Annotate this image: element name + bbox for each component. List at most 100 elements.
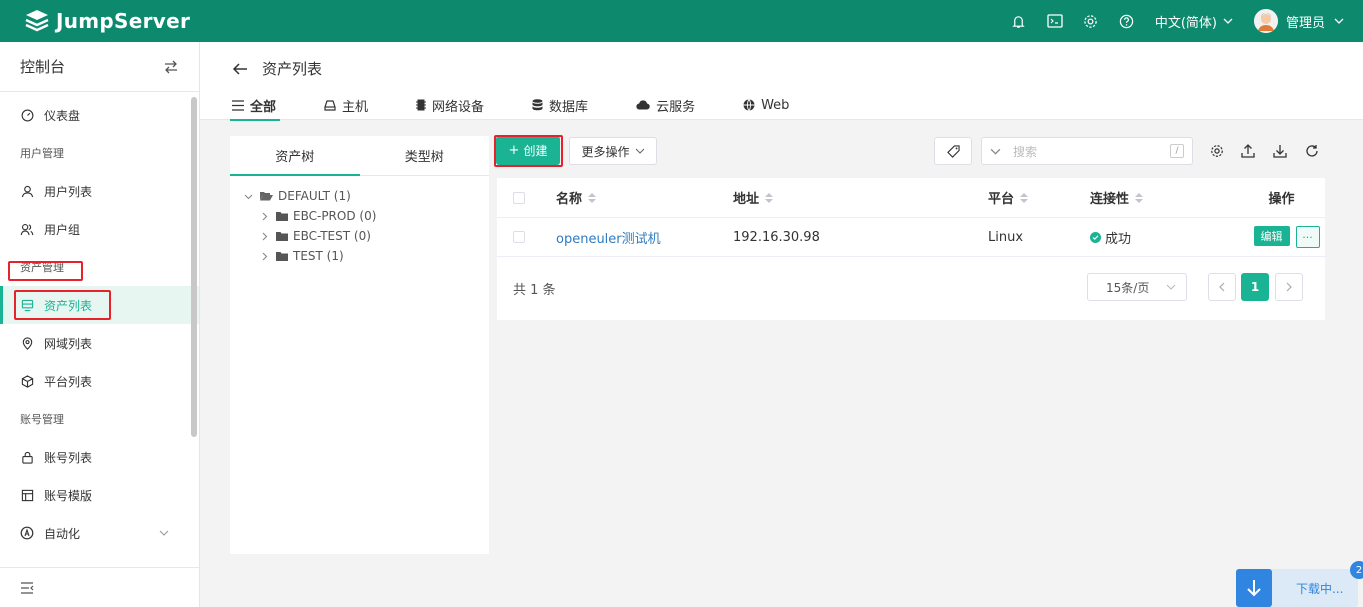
tab-asset-tree[interactable]: 资产树 bbox=[230, 136, 360, 176]
sidebar-item-label: 用户组 bbox=[44, 222, 81, 237]
page-header: 资产列表 全部 主机 网络设备 数据库 云服务 Web bbox=[200, 42, 1363, 121]
terminal-icon[interactable] bbox=[1037, 0, 1073, 42]
help-icon[interactable] bbox=[1109, 0, 1145, 42]
sidebar-item-account-template[interactable]: 账号模版 bbox=[0, 476, 199, 514]
tab-label: 数据库 bbox=[549, 99, 589, 115]
select-all-checkbox[interactable] bbox=[513, 191, 525, 204]
sidebar-group-account-management: 账号管理 bbox=[20, 413, 64, 426]
user-menu[interactable]: 管理员 bbox=[1253, 9, 1345, 33]
download-arrow-icon bbox=[1236, 569, 1272, 607]
row-checkbox[interactable] bbox=[513, 231, 525, 243]
tab-label: 云服务 bbox=[656, 99, 696, 115]
more-actions-label: 更多操作 bbox=[581, 144, 630, 159]
settings-gear-icon[interactable] bbox=[1073, 0, 1109, 42]
sidebar-item-account-list[interactable]: 账号列表 bbox=[0, 438, 199, 476]
search-input[interactable]: 搜索 / bbox=[981, 137, 1193, 165]
page-number-button[interactable]: 1 bbox=[1241, 273, 1269, 301]
tab-host[interactable]: 主机 bbox=[324, 90, 368, 120]
table-header: 名称 地址 平台 连接性 操作 bbox=[497, 178, 1325, 218]
column-header-address[interactable]: 地址 bbox=[733, 188, 988, 207]
tree-node-ebc-prod[interactable]: EBC-PROD (0) bbox=[230, 206, 489, 226]
asset-name-link[interactable]: openeuler测试机 bbox=[541, 228, 733, 247]
connectivity-label: 成功 bbox=[1105, 231, 1132, 247]
chevron-right-icon[interactable] bbox=[258, 252, 270, 261]
tag-filter-button[interactable] bbox=[934, 137, 972, 165]
refresh-icon[interactable] bbox=[1304, 143, 1320, 159]
highlight-create-button bbox=[494, 135, 563, 167]
check-circle-icon bbox=[1090, 231, 1101, 243]
sidebar-item-platform-list[interactable]: 平台列表 bbox=[0, 362, 199, 400]
column-header-platform[interactable]: 平台 bbox=[988, 188, 1090, 207]
connectivity-status: 成功 bbox=[1090, 228, 1238, 247]
tree-node-ebc-test[interactable]: EBC-TEST (0) bbox=[230, 226, 489, 246]
upload-icon[interactable] bbox=[1240, 143, 1256, 159]
tree-node-test[interactable]: TEST (1) bbox=[230, 246, 489, 266]
next-page-button[interactable] bbox=[1275, 273, 1303, 301]
logo-icon bbox=[25, 10, 49, 32]
tree-node-label: TEST (1) bbox=[293, 249, 344, 263]
tab-all[interactable]: 全部 bbox=[229, 90, 281, 121]
chevron-down-icon bbox=[990, 148, 1001, 155]
host-icon bbox=[324, 99, 336, 111]
column-label: 名称 bbox=[556, 192, 583, 207]
network-device-icon bbox=[416, 99, 427, 111]
automation-icon bbox=[20, 526, 34, 540]
folder-icon bbox=[276, 211, 288, 221]
tree-panel: 资产树 类型树 DEFAULT (1) EBC-PROD (0) EBC-TES… bbox=[230, 136, 489, 554]
chevron-right-icon[interactable] bbox=[258, 212, 270, 221]
column-header-connectivity[interactable]: 连接性 bbox=[1090, 188, 1238, 207]
chevron-down-icon bbox=[1334, 18, 1344, 24]
sidebar-item-user-group[interactable]: 用户组 bbox=[0, 210, 199, 248]
chevron-down-icon bbox=[159, 530, 169, 536]
download-progress-widget[interactable]: 下载中... bbox=[1236, 569, 1358, 607]
tree-node-default[interactable]: DEFAULT (1) bbox=[230, 186, 489, 206]
sort-icon[interactable] bbox=[1020, 192, 1029, 203]
search-placeholder: 搜索 bbox=[1013, 144, 1038, 159]
lock-icon bbox=[20, 450, 34, 464]
column-header-name[interactable]: 名称 bbox=[541, 188, 733, 207]
sort-icon[interactable] bbox=[765, 192, 774, 203]
folder-open-icon bbox=[260, 191, 273, 201]
back-arrow-icon[interactable] bbox=[232, 62, 248, 76]
asset-table: 名称 地址 平台 连接性 操作 openeuler测试机 192.16.30.9… bbox=[497, 178, 1325, 320]
download-icon[interactable] bbox=[1272, 143, 1288, 159]
location-pin-icon bbox=[20, 336, 34, 350]
more-options-button[interactable]: ··· bbox=[1295, 226, 1320, 248]
switch-view-icon[interactable] bbox=[163, 60, 179, 74]
asset-tree: DEFAULT (1) EBC-PROD (0) EBC-TEST (0) TE… bbox=[230, 176, 489, 266]
tree-tabs: 资产树 类型树 bbox=[230, 136, 489, 176]
template-icon bbox=[20, 488, 34, 502]
download-count-badge: 2 bbox=[1350, 561, 1363, 579]
sidebar-item-user-list[interactable]: 用户列表 bbox=[0, 172, 199, 210]
chevron-down-icon[interactable] bbox=[242, 192, 254, 201]
chevron-down-icon bbox=[635, 148, 644, 154]
tab-cloud[interactable]: 云服务 bbox=[636, 90, 695, 120]
search-shortcut-key: / bbox=[1170, 144, 1184, 158]
prev-page-button[interactable] bbox=[1208, 273, 1236, 301]
tab-type-tree[interactable]: 类型树 bbox=[360, 136, 490, 175]
sort-icon[interactable] bbox=[1135, 192, 1144, 203]
sidebar-item-label: 账号模版 bbox=[44, 488, 93, 503]
jumpserver-logo[interactable]: JumpServer bbox=[24, 9, 190, 33]
collapse-menu-icon[interactable] bbox=[20, 581, 34, 594]
chevron-right-icon[interactable] bbox=[258, 232, 270, 241]
tab-web[interactable]: Web bbox=[743, 90, 789, 120]
page-size-select[interactable]: 15条/页 bbox=[1087, 273, 1187, 301]
settings-gear-icon[interactable] bbox=[1209, 143, 1225, 159]
sidebar-item-automation[interactable]: 自动化 bbox=[0, 514, 199, 552]
language-selector[interactable]: 中文(简体) bbox=[1155, 12, 1234, 31]
tab-network-device[interactable]: 网络设备 bbox=[416, 90, 484, 120]
folder-icon bbox=[276, 231, 288, 241]
sidebar-header: 控制台 bbox=[0, 42, 199, 92]
sidebar-scrollbar[interactable] bbox=[191, 97, 197, 437]
page-title: 资产列表 bbox=[262, 60, 323, 78]
edit-button[interactable]: 编辑 bbox=[1253, 226, 1290, 246]
sort-icon[interactable] bbox=[588, 192, 597, 203]
bell-icon[interactable] bbox=[1001, 0, 1037, 42]
chevron-down-icon bbox=[1166, 284, 1176, 290]
sidebar-item-dashboard[interactable]: 仪表盘 bbox=[0, 96, 199, 134]
more-actions-dropdown[interactable]: 更多操作 bbox=[569, 137, 657, 165]
tree-node-label: EBC-TEST (0) bbox=[293, 229, 371, 243]
sidebar-item-domain-list[interactable]: 网域列表 bbox=[0, 324, 199, 362]
tab-database[interactable]: 数据库 bbox=[532, 90, 588, 120]
